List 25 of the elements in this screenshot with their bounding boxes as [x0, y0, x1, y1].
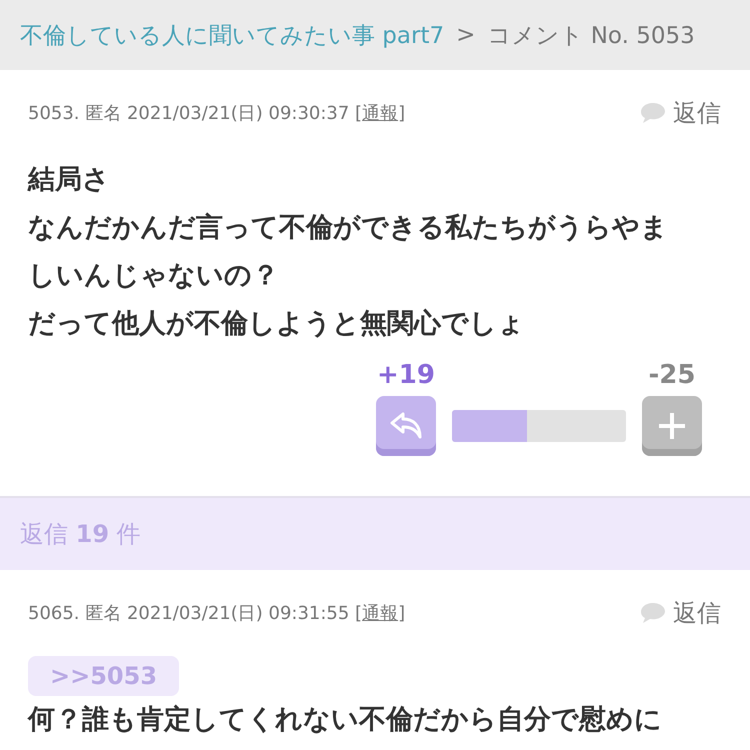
breadcrumb-current: コメント No. 5053: [487, 22, 695, 50]
comment-meta: 5053. 匿名 2021/03/21(日) 09:30:37 [: [28, 103, 362, 124]
plus-icon: [657, 411, 687, 441]
report-link[interactable]: 通報: [362, 603, 398, 624]
comment-meta: 5065. 匿名 2021/03/21(日) 09:31:55 [: [28, 603, 362, 624]
breadcrumb-separator: >: [456, 22, 476, 48]
comment-text: だって他人が不倫しようと無関心でしょ: [28, 307, 526, 341]
plus-button[interactable]: [376, 396, 436, 456]
thread-link[interactable]: 不倫している人に聞いてみたい事 part7: [20, 20, 444, 50]
minus-button[interactable]: [642, 396, 702, 456]
comment-text: 結局さ: [28, 163, 111, 197]
reply-arrow-icon: [389, 411, 423, 441]
plus-count: +19: [376, 360, 436, 390]
speech-bubble-icon: [639, 601, 667, 625]
comment-text: 何？誰も肯定してくれない不倫だから自分で慰めに: [28, 703, 663, 737]
comment-meta: ]: [398, 603, 406, 624]
minus-count: -25: [648, 360, 696, 390]
comment-meta: ]: [398, 103, 406, 124]
comment-text: なんだかんだ言って不倫ができる私たちがうらやま: [28, 211, 669, 245]
comment-text: しいんじゃないの？: [28, 259, 280, 293]
replies-count: 返信 19 件: [20, 519, 141, 550]
reply-button[interactable]: 返信: [673, 97, 721, 129]
reply-button[interactable]: 返信: [673, 597, 721, 629]
report-link[interactable]: 通報: [362, 103, 398, 124]
speech-bubble-icon: [639, 101, 667, 125]
